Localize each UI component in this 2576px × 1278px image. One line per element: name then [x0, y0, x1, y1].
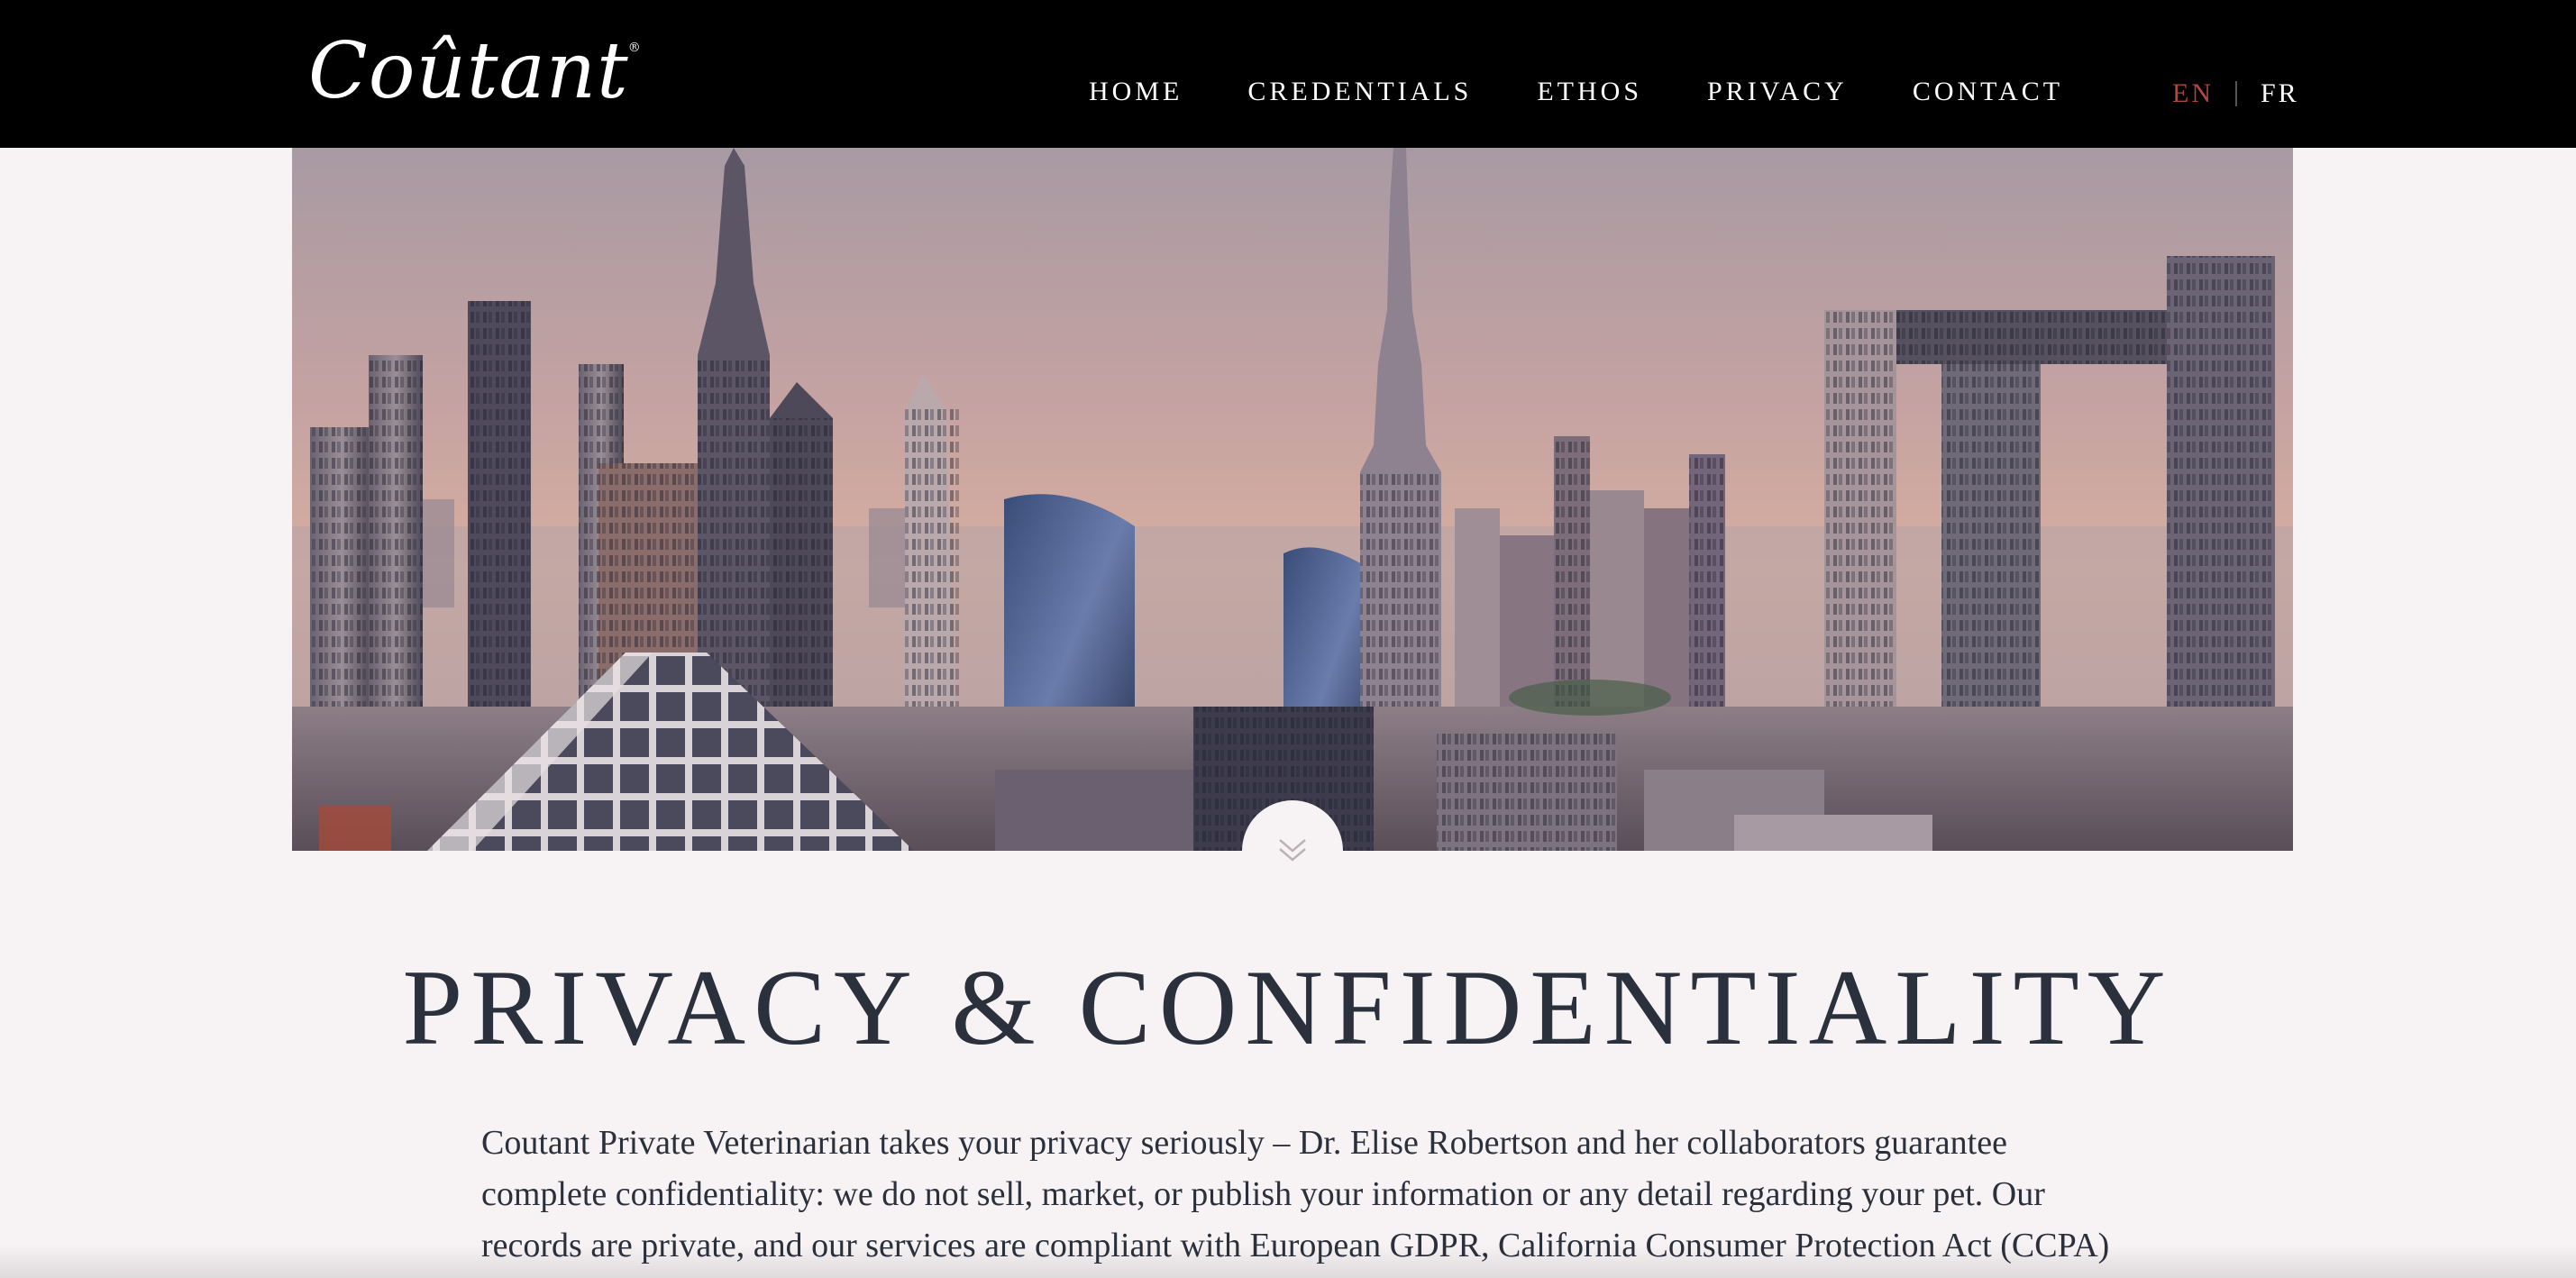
nav-contact[interactable]: CONTACT	[1913, 74, 2063, 110]
nav-privacy[interactable]: PRIVACY	[1707, 74, 1848, 110]
main-nav: HOME CREDENTIALS ETHOS PRIVACY CONTACT	[1089, 74, 2128, 110]
hero-image	[292, 148, 2293, 851]
logo[interactable]: Coûtant ®	[308, 22, 641, 121]
double-chevron-down-icon	[1279, 839, 1306, 862]
nav-home[interactable]: HOME	[1089, 74, 1183, 110]
lang-en[interactable]: EN	[2172, 76, 2214, 112]
lang-fr[interactable]: FR	[2261, 76, 2299, 112]
registered-mark: ®	[627, 41, 642, 55]
lang-divider	[2235, 81, 2237, 106]
page-title: PRIVACY & CONFIDENTIALITY	[402, 947, 2174, 1067]
nav-ethos[interactable]: ETHOS	[1537, 74, 1642, 110]
site-header: Coûtant ® HOME CREDENTIALS ETHOS PRIVACY…	[0, 0, 2576, 148]
page: Coûtant ® HOME CREDENTIALS ETHOS PRIVACY…	[0, 0, 2576, 1278]
scroll-down-button[interactable]	[1242, 800, 1343, 901]
skyline-illustration	[292, 148, 2293, 851]
privacy-paragraph: Coutant Private Veterinarian takes your …	[481, 1124, 2110, 1264]
logo-text: Coûtant	[308, 26, 629, 116]
language-switcher: EN FR	[2172, 76, 2299, 112]
nav-credentials[interactable]: CREDENTIALS	[1247, 74, 1472, 110]
